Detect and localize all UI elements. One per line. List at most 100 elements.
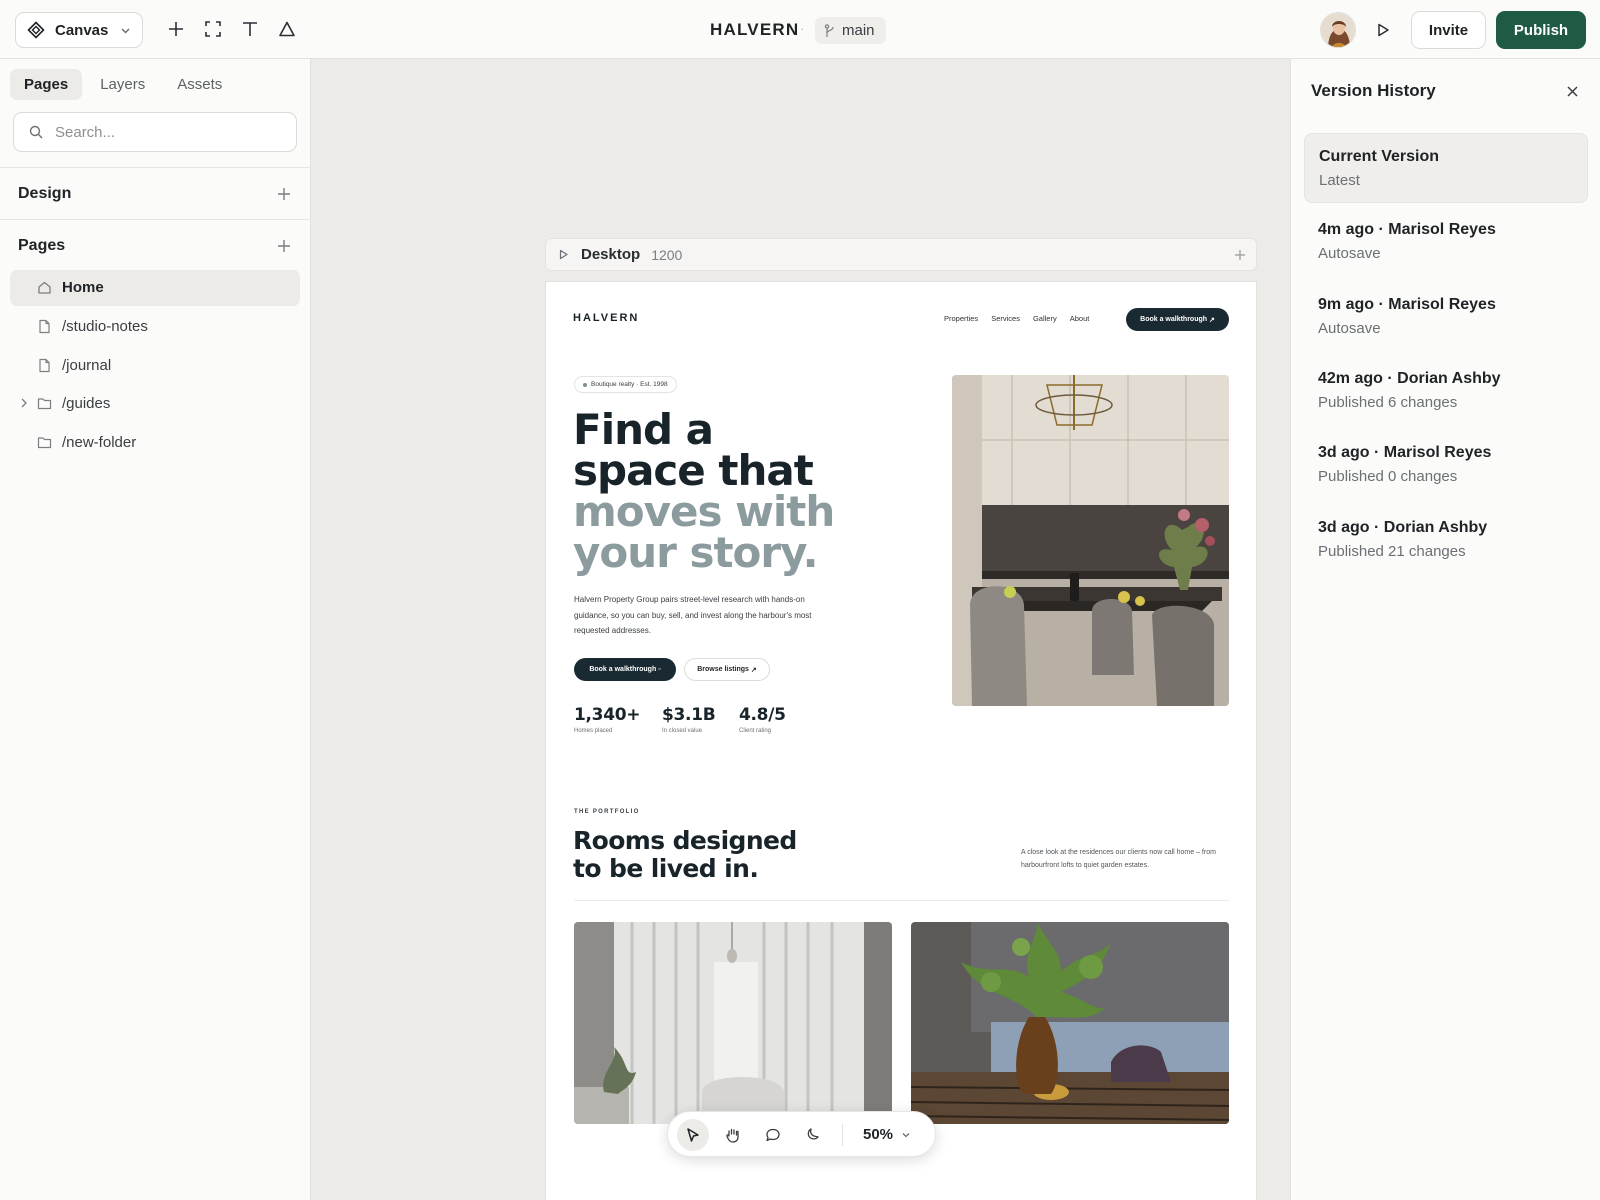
- stat-label: Client rating: [739, 728, 772, 734]
- preview-play-button[interactable]: [1372, 19, 1394, 41]
- sidebar-tabs: Pages Layers Assets: [10, 69, 236, 100]
- dark-mode-toggle[interactable]: [797, 1119, 829, 1151]
- page-item-new-folder[interactable]: /new-folder: [10, 425, 300, 461]
- version-title: 3d ago · Marisol Reyes: [1318, 444, 1492, 461]
- add-tool-button[interactable]: [164, 17, 188, 41]
- portfolio-heading-line: Rooms designed: [573, 826, 797, 855]
- avatar[interactable]: [1320, 12, 1356, 48]
- page-item-home[interactable]: Home: [10, 270, 300, 306]
- file-icon: [37, 358, 52, 373]
- version-item[interactable]: 3d ago · Marisol Reyes Published 0 chang…: [1304, 430, 1588, 500]
- hero-secondary-label: Browse listings: [697, 666, 749, 673]
- triangle-icon: [279, 21, 295, 37]
- add-frame-icon[interactable]: [1234, 249, 1246, 261]
- diamond-icon: [27, 21, 45, 39]
- frame-width: 1200: [651, 246, 683, 263]
- site-logo: HALVERN: [573, 312, 640, 324]
- version-item[interactable]: 3d ago · Dorian Ashby Published 21 chang…: [1304, 505, 1588, 575]
- site-nav-item[interactable]: Services: [991, 314, 1020, 323]
- shape-tool-button[interactable]: [275, 17, 299, 41]
- tab-layers[interactable]: Layers: [86, 69, 159, 100]
- site-nav-cta-button[interactable]: Book a walkthrough ↗: [1126, 308, 1229, 331]
- frame-tool-button[interactable]: [201, 17, 225, 41]
- comment-tool-button[interactable]: [757, 1119, 789, 1151]
- home-icon: [37, 280, 52, 295]
- version-title: Current Version: [1319, 148, 1440, 165]
- portfolio-heading: Rooms designed to be lived in.: [573, 827, 833, 883]
- site-nav-item[interactable]: About: [1070, 314, 1090, 323]
- frame-header[interactable]: Desktop 1200: [545, 238, 1257, 271]
- play-icon: [1378, 23, 1389, 37]
- text-tool-button[interactable]: [238, 17, 262, 41]
- stat-homes: 1,340+ Homes placed: [574, 705, 641, 734]
- close-icon[interactable]: [1563, 82, 1581, 100]
- chevron-right-icon[interactable]: [19, 397, 29, 409]
- stat-value: 1,340+: [574, 705, 641, 725]
- branch-label: main: [842, 22, 875, 39]
- desktop-frame[interactable]: HALVERN Properties Services Gallery Abou…: [545, 281, 1257, 1200]
- page-item-label: /studio-notes: [62, 318, 148, 335]
- version-item[interactable]: 9m ago · Marisol Reyes Autosave: [1304, 282, 1588, 352]
- version-subtitle: Published 6 changes: [1318, 394, 1458, 411]
- portfolio-description: A close look at the residences our clien…: [1021, 849, 1216, 869]
- pointer-icon: [687, 1128, 699, 1142]
- floating-toolbar: 50%: [667, 1111, 936, 1157]
- hero-heading-line: space that: [573, 446, 814, 495]
- tab-pages[interactable]: Pages: [10, 69, 83, 100]
- plus-icon: [169, 22, 183, 36]
- hero-badge: Boutique realty · Est. 1998: [574, 376, 677, 393]
- stat-rating: 4.8/5 Client rating: [739, 705, 786, 734]
- add-page-icon[interactable]: [277, 239, 291, 253]
- top-bar: Canvas HALVERN · main Invite Publish: [0, 0, 1600, 59]
- version-subtitle: Latest: [1319, 172, 1360, 189]
- folder-icon: [37, 435, 52, 450]
- hero-secondary-button[interactable]: Browse listings ↗: [684, 658, 770, 681]
- version-subtitle: Published 21 changes: [1318, 543, 1466, 560]
- hero-primary-button[interactable]: Book a walkthrough ▫: [574, 658, 676, 681]
- hero-heading-line: moves with: [573, 487, 835, 536]
- page-item-journal[interactable]: /journal: [10, 348, 300, 384]
- search-box[interactable]: [13, 112, 297, 152]
- pages-section-header[interactable]: Pages: [0, 219, 311, 271]
- design-section-title: Design: [18, 184, 72, 202]
- stat-closed-value: $3.1B In closed value: [662, 705, 716, 734]
- page-item-studio-notes[interactable]: /studio-notes: [10, 309, 300, 345]
- hero-badge-label: Boutique realty · Est. 1998: [591, 381, 668, 388]
- project-name: HALVERN: [710, 20, 800, 39]
- search-input[interactable]: [55, 123, 275, 141]
- page-item-guides[interactable]: /guides: [10, 386, 300, 422]
- hand-tool-button[interactable]: [717, 1119, 749, 1151]
- version-item[interactable]: 42m ago · Dorian Ashby Published 6 chang…: [1304, 356, 1588, 426]
- site-nav: Properties Services Gallery About: [944, 314, 1089, 323]
- site-nav-item[interactable]: Properties: [944, 314, 978, 323]
- version-subtitle: Published 0 changes: [1318, 468, 1458, 485]
- chevron-down-icon: [902, 1132, 910, 1137]
- tab-assets[interactable]: Assets: [163, 69, 236, 100]
- app-switcher[interactable]: Canvas: [15, 12, 143, 48]
- add-design-icon[interactable]: [277, 187, 291, 201]
- left-sidebar: Pages Layers Assets Design Pages Home /s…: [0, 59, 311, 1200]
- toolbar-divider: [842, 1124, 843, 1146]
- design-section-header[interactable]: Design: [0, 167, 311, 219]
- chevron-down-icon: [120, 25, 131, 36]
- invite-button[interactable]: Invite: [1411, 11, 1486, 49]
- zoom-level: 50%: [863, 1126, 894, 1143]
- version-item[interactable]: 4m ago · Marisol Reyes Autosave: [1304, 207, 1588, 277]
- badge-dot-icon: [583, 382, 587, 387]
- app-switcher-label: Canvas: [55, 21, 109, 39]
- zoom-dropdown[interactable]: 50%: [863, 1126, 911, 1143]
- version-title: 3d ago · Dorian Ashby: [1318, 519, 1488, 536]
- branch-icon: [824, 23, 834, 37]
- version-title: 42m ago · Dorian Ashby: [1318, 370, 1501, 387]
- version-title: 9m ago · Marisol Reyes: [1318, 296, 1496, 313]
- page-item-label: /journal: [62, 357, 112, 374]
- select-tool-button[interactable]: [677, 1119, 709, 1151]
- title-separator: ·: [800, 21, 805, 36]
- publish-button[interactable]: Publish: [1496, 11, 1586, 49]
- site-nav-item[interactable]: Gallery: [1033, 314, 1057, 323]
- panel-title: Version History: [1311, 81, 1436, 100]
- version-title: 4m ago · Marisol Reyes: [1318, 221, 1496, 238]
- hero-kitchen-image: [952, 375, 1229, 706]
- branch-selector[interactable]: main: [815, 17, 886, 44]
- version-item[interactable]: Current Version Latest: [1304, 133, 1588, 203]
